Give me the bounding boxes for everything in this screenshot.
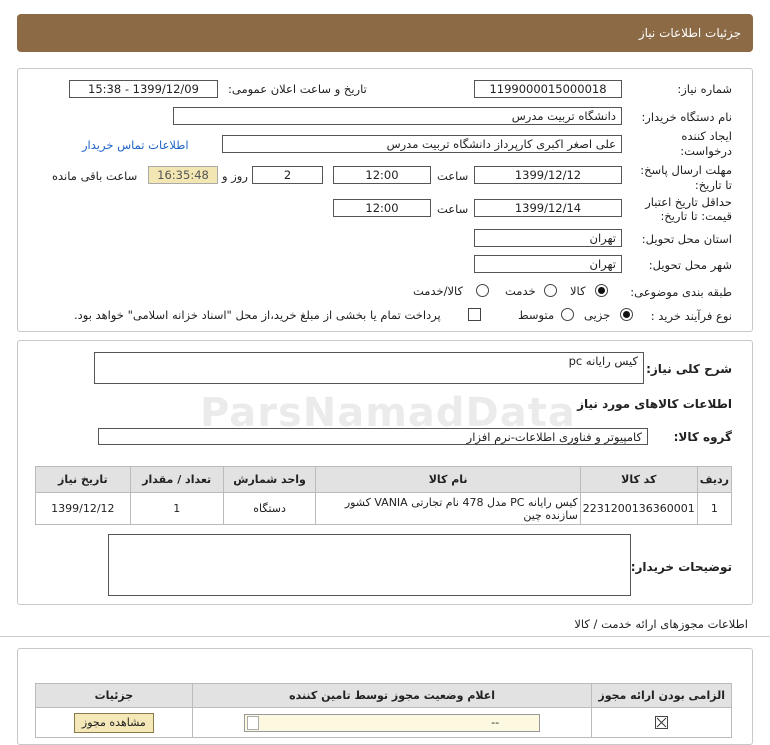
category-radio-service[interactable]: [544, 284, 557, 297]
reply-time-label: ساعت: [437, 169, 469, 183]
announce-field: 1399/12/09 - 15:38: [69, 80, 218, 98]
category-option-service: خدمت: [505, 284, 536, 298]
announce-label: تاریخ و ساعت اعلان عمومی:: [228, 82, 367, 96]
reply-deadline-label-2: تا تاریخ:: [694, 178, 732, 192]
cell-unit: دستگاه: [222, 492, 317, 525]
col-row: ردیف: [696, 466, 733, 493]
goods-group-label: گروه کالا:: [673, 430, 732, 444]
process-option-minor: جزیی: [584, 308, 611, 322]
cell-qty: 1: [129, 492, 224, 525]
creator-label-1: ایجاد کننده: [681, 129, 732, 143]
creator-field: علی اصغر اکبری کارپرداز دانشگاه تربیت مد…: [222, 135, 622, 153]
cell-row: 1: [696, 492, 733, 525]
goods-info-title: اطلاعات کالاهای مورد نیاز: [577, 397, 732, 411]
city-label: شهر محل تحویل:: [648, 258, 732, 272]
general-desc-field: کیس رایانه pc: [94, 352, 644, 384]
col-permit-details: جزئیات: [35, 683, 193, 708]
buyer-field: دانشگاه تربیت مدرس: [173, 107, 622, 125]
price-validity-label-2: قیمت: تا تاریخ:: [660, 209, 732, 223]
permits-title: اطلاعات مجوزهای ارائه خدمت / کالا: [574, 617, 748, 631]
treasury-payment-checkbox[interactable]: [468, 308, 481, 321]
permit-status-value: --: [491, 715, 500, 729]
time-remaining-label: ساعت باقی مانده: [52, 169, 138, 183]
buyer-contact-link[interactable]: اطلاعات تماس خریدار: [82, 138, 189, 152]
process-type-label: نوع فرآیند خرید :: [650, 309, 732, 323]
permits-table-header: الزامی بودن ارائه مجوز اعلام وضعیت مجوز …: [35, 683, 732, 708]
reply-deadline-label-1: مهلت ارسال پاسخ:: [640, 163, 732, 177]
permit-status-select[interactable]: --: [244, 713, 541, 732]
permits-table: الزامی بودن ارائه مجوز اعلام وضعیت مجوز …: [35, 683, 732, 738]
view-permit-button[interactable]: مشاهده مجوز: [73, 712, 154, 733]
need-number-field: 1199000015000018: [474, 80, 622, 98]
need-number-label: شماره نیاز:: [677, 82, 732, 96]
buyer-notes-field: [108, 534, 631, 596]
page-header: جزئیات اطلاعات نیاز: [17, 14, 753, 52]
buyer-label: نام دستگاه خریدار:: [641, 110, 732, 124]
city-field: تهران: [474, 255, 622, 273]
buyer-notes-label: توضیحات خریدار:: [630, 560, 732, 574]
chevron-down-icon: [247, 715, 260, 730]
goods-table: ردیف کد کالا نام کالا واحد شمارش تعداد /…: [35, 466, 733, 525]
days-remaining-field: 2: [252, 166, 323, 184]
process-radio-medium[interactable]: [561, 308, 574, 321]
category-label: طبقه بندی موضوعی:: [630, 285, 732, 299]
price-time-label: ساعت: [437, 202, 469, 216]
price-date-field: 1399/12/14: [474, 199, 622, 217]
col-date: تاریخ نیاز: [35, 466, 131, 493]
creator-label-2: درخواست:: [680, 144, 732, 158]
table-row: 1 2231200136360001 کیس رایانه PC مدل 478…: [35, 492, 733, 525]
province-field: تهران: [474, 229, 622, 247]
col-qty: تعداد / مقدار: [129, 466, 224, 493]
cell-code: 2231200136360001: [579, 492, 698, 525]
col-permit-status: اعلام وضعیت مجوز توسط تامین کننده: [191, 683, 593, 708]
permit-required-checkbox[interactable]: [655, 716, 669, 730]
permit-details-cell: مشاهده مجوز: [35, 707, 193, 738]
category-radio-goods-service[interactable]: [476, 284, 489, 297]
price-validity-label-1: حداقل تاریخ اعتبار: [645, 195, 732, 209]
col-unit: واحد شمارش: [222, 466, 317, 493]
col-code: کد کالا: [579, 466, 698, 493]
col-name: نام کالا: [315, 466, 581, 493]
col-permit-required: الزامی بودن ارائه مجوز: [591, 683, 732, 708]
process-option-medium: متوسط: [518, 308, 555, 322]
process-radio-minor[interactable]: [620, 308, 633, 321]
permit-status-cell: --: [191, 707, 593, 738]
category-radio-goods[interactable]: [595, 284, 608, 297]
page-title: جزئیات اطلاعات نیاز: [638, 26, 741, 40]
table-row: -- مشاهده مجوز: [35, 707, 732, 738]
treasury-payment-note: پرداخت تمام یا بخشی از مبلغ خرید،از محل …: [74, 308, 441, 322]
time-remaining-field: 16:35:48: [148, 166, 218, 184]
permit-required-cell: [591, 707, 732, 738]
divider: [0, 636, 770, 637]
goods-table-header: ردیف کد کالا نام کالا واحد شمارش تعداد /…: [35, 466, 733, 493]
cell-date: 1399/12/12: [35, 492, 131, 525]
cell-name: کیس رایانه PC مدل 478 نام تجارتی VANIA ک…: [315, 492, 581, 525]
province-label: استان محل تحویل:: [641, 232, 732, 246]
category-option-goods: کالا: [570, 284, 586, 298]
reply-date-field: 1399/12/12: [474, 166, 622, 184]
reply-time-field: 12:00: [333, 166, 431, 184]
goods-group-field: کامپیوتر و فناوری اطلاعات-نرم افزار: [98, 428, 648, 445]
category-option-goods-service: کالا/خدمت: [413, 284, 464, 298]
price-time-field: 12:00: [333, 199, 431, 217]
general-desc-label: شرح کلی نیاز:: [646, 362, 732, 376]
days-label: روز و: [222, 169, 248, 183]
